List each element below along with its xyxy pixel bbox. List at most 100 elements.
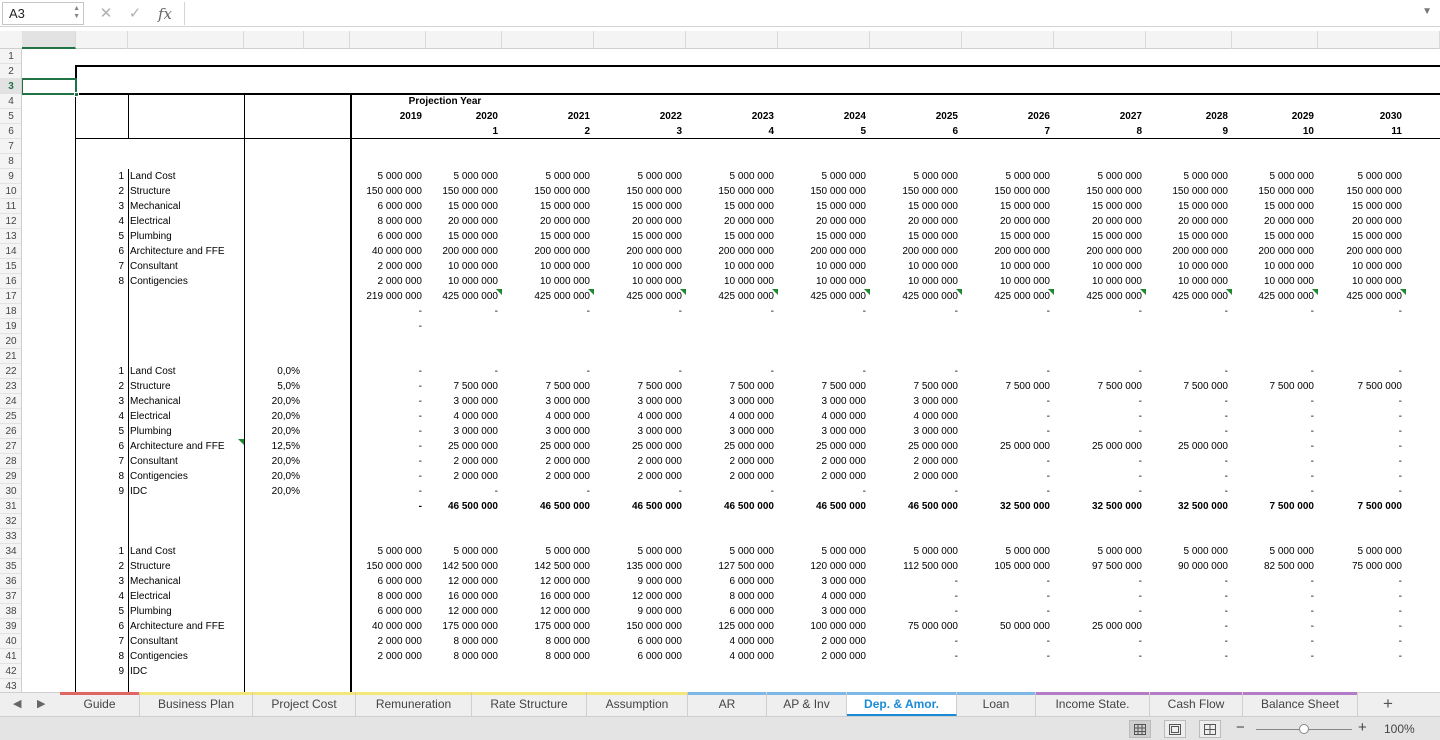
tab-balance-sheet[interactable]: Balance Sheet [1243,692,1358,716]
row-header[interactable]: 16 [0,274,21,289]
row-header[interactable]: 14 [0,244,21,259]
row-header[interactable]: 37 [0,589,21,604]
tab-business-plan[interactable]: Business Plan [140,692,253,716]
header-period: 3 [676,126,682,137]
header-projection-year: Projection Year [408,96,482,107]
row-header[interactable]: 35 [0,559,21,574]
column-header-h[interactable] [502,31,594,49]
row-header[interactable]: 11 [0,199,21,214]
row-header[interactable]: 27 [0,439,21,454]
tab-income-state[interactable]: Income State. [1036,692,1150,716]
column-header-r[interactable] [1406,31,1440,49]
tab-loan[interactable]: Loan [957,692,1036,716]
tab-rate-structure[interactable]: Rate Structure [472,692,587,716]
column-header-b[interactable] [76,31,128,49]
value-cell: 142 500 000 [534,561,590,572]
row-header[interactable]: 40 [0,634,21,649]
add-sheet-button[interactable]: + [1376,694,1400,716]
row-header[interactable]: 24 [0,394,21,409]
column-header-a[interactable] [22,31,76,49]
row-header[interactable]: 7 [0,139,21,154]
row-header[interactable]: 6 [0,124,21,139]
column-header-p[interactable] [1232,31,1318,49]
prev-sheet-icon[interactable]: ◀ [13,697,21,710]
row-header[interactable]: 2 [0,64,21,79]
zoom-slider[interactable] [1256,724,1352,734]
tab-guide[interactable]: Guide [60,692,140,716]
row-header[interactable]: 26 [0,424,21,439]
tab-cash-flow[interactable]: Cash Flow [1150,692,1243,716]
row-header[interactable]: 33 [0,529,21,544]
row-header[interactable]: 1 [0,49,21,64]
tab-assumption[interactable]: Assumption [587,692,688,716]
row-header[interactable]: 28 [0,454,21,469]
row-header[interactable]: 38 [0,604,21,619]
column-header-f[interactable] [350,31,426,49]
column-header-i[interactable] [594,31,686,49]
column-header-k[interactable] [778,31,870,49]
row-header[interactable]: 17 [0,289,21,304]
column-header-d[interactable] [244,31,304,49]
row-header[interactable]: 4 [0,94,21,109]
value-cell: 10 000 000 [1177,276,1228,287]
row-header[interactable]: 29 [0,469,21,484]
tab-remuneration[interactable]: Remuneration [356,692,472,716]
name-box[interactable]: A3 ▲ ▼ [2,2,84,25]
row-header[interactable]: 13 [0,229,21,244]
column-header-n[interactable] [1054,31,1146,49]
column-header-j[interactable] [686,31,778,49]
zoom-slider-thumb[interactable] [1299,724,1309,734]
row-header[interactable]: 12 [0,214,21,229]
value-cell: 10 000 000 [815,276,866,287]
row-header[interactable]: 19 [0,319,21,334]
row-header[interactable]: 15 [0,259,21,274]
column-header-m[interactable] [962,31,1054,49]
next-sheet-icon[interactable]: ▶ [37,697,45,710]
row-header[interactable]: 18 [0,304,21,319]
sheet-grid[interactable]: Projection Year 2019 2020 1 2021 2 2022 3 2023 4 2… [22,49,1440,692]
row-header[interactable]: 31 [0,499,21,514]
row-header[interactable]: 39 [0,619,21,634]
column-header-e[interactable] [304,31,350,49]
row-header[interactable]: 42 [0,664,21,679]
zoom-out-button[interactable]: − [1236,719,1245,736]
row-header[interactable]: 43 [0,679,21,692]
column-header-l[interactable] [870,31,962,49]
row-header[interactable]: 5 [0,109,21,124]
value-cell: - [1398,306,1402,317]
column-header-c[interactable] [128,31,244,49]
row-header[interactable]: 23 [0,379,21,394]
row-header[interactable]: 25 [0,409,21,424]
row-header[interactable]: 22 [0,364,21,379]
page-break-view-icon[interactable] [1199,720,1221,738]
row-header[interactable]: 8 [0,154,21,169]
confirm-icon[interactable]: ✓ [125,4,145,24]
formula-input[interactable] [184,2,1434,25]
column-header-o[interactable] [1146,31,1232,49]
tab-dep-amor[interactable]: Dep. & Amor. [847,692,957,716]
row-header[interactable]: 34 [0,544,21,559]
row-header[interactable]: 21 [0,349,21,364]
row-header[interactable]: 36 [0,574,21,589]
value-cell: - [1046,471,1050,482]
column-header-g[interactable] [426,31,502,49]
tab-ap-inv[interactable]: AP & Inv [767,692,847,716]
row-header[interactable]: 30 [0,484,21,499]
row-header[interactable]: 20 [0,334,21,349]
row-header[interactable]: 10 [0,184,21,199]
page-layout-view-icon[interactable] [1164,720,1186,738]
row-header[interactable]: 3 [0,79,21,94]
selected-cell[interactable] [22,78,79,97]
value-cell: - [1138,306,1142,317]
row-header[interactable]: 9 [0,169,21,184]
tab-project-cost[interactable]: Project Cost [253,692,356,716]
normal-view-icon[interactable] [1129,720,1151,738]
zoom-in-button[interactable]: + [1358,719,1367,736]
name-box-spinner-icon[interactable]: ▲ ▼ [73,5,80,21]
insert-function-icon[interactable]: fx [155,4,175,24]
row-header[interactable]: 32 [0,514,21,529]
row-header[interactable]: 41 [0,649,21,664]
chevron-down-icon[interactable]: ▼ [1422,6,1432,17]
cancel-icon[interactable]: ✕ [96,4,116,24]
tab-ar[interactable]: AR [688,692,767,716]
